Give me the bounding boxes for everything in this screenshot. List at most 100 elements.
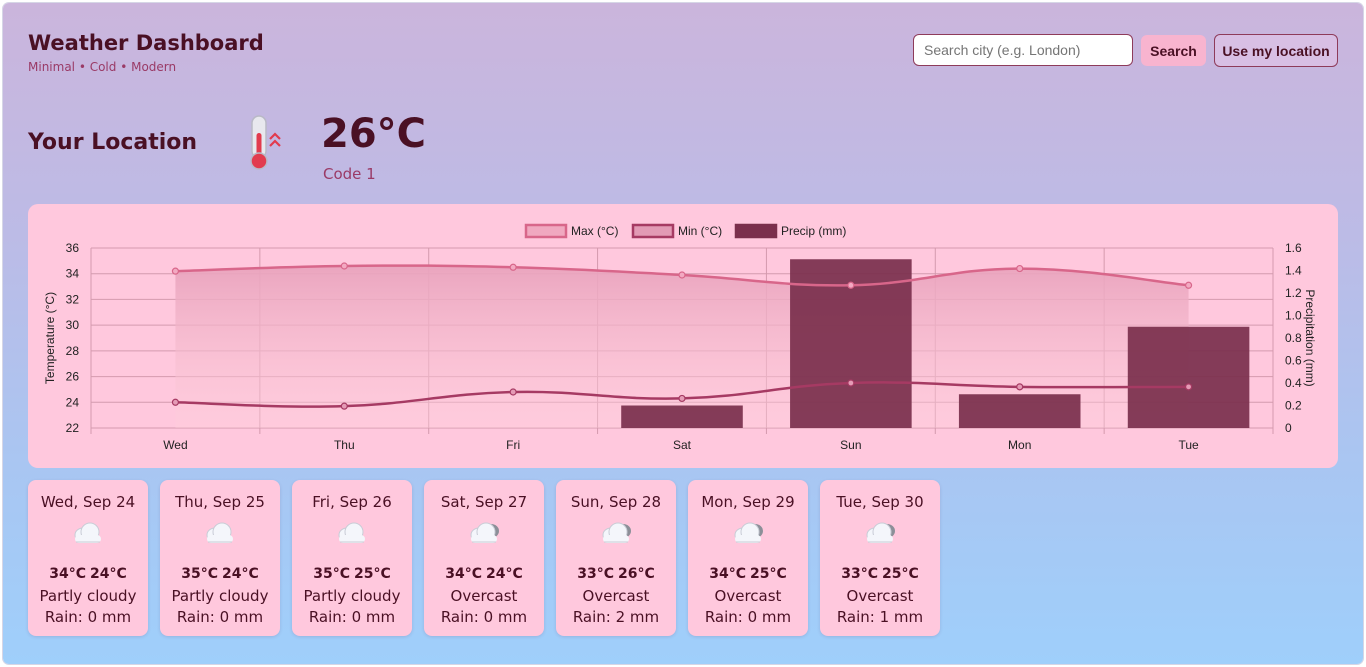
day-forecast-card: Sun, Sep 28 33°C 26°C Overcast Rain: 2 mm (556, 480, 676, 636)
day-rain: Rain: 0 mm (704, 608, 792, 626)
y2-tick-label: 0 (1285, 421, 1292, 435)
city-search-input[interactable] (913, 34, 1133, 66)
y-tick-label: 34 (66, 267, 80, 281)
day-rain: Rain: 2 mm (572, 608, 660, 626)
max-temp-point (171, 267, 180, 275)
current-temperature: 26°C (321, 111, 427, 157)
day-date: Sat, Sep 27 (440, 493, 528, 511)
max-temp-point (678, 271, 686, 279)
day-min-temp: 24°C (486, 566, 523, 582)
max-temp-point (847, 281, 855, 289)
y-tick-label: 26 (66, 370, 80, 384)
day-date: Mon, Sep 29 (701, 493, 795, 511)
use-my-location-button[interactable]: Use my location (1214, 34, 1338, 67)
min-temp-point (171, 398, 180, 406)
day-rain: Rain: 0 mm (176, 608, 264, 626)
day-condition: Partly cloudy (303, 587, 401, 605)
search-button[interactable]: Search (1141, 35, 1206, 66)
day-min-temp: 25°C (750, 566, 787, 582)
day-temps: 33°C 25°C (820, 566, 940, 582)
x-tick-label: Fri (506, 438, 520, 452)
min-temp-point (1016, 383, 1024, 391)
x-tick-label: Sat (673, 438, 692, 452)
y2-tick-label: 0.6 (1285, 354, 1302, 368)
cloud-icon (70, 520, 106, 550)
y2-tick-label: 0.4 (1285, 376, 1302, 390)
day-condition: Partly cloudy (39, 587, 137, 605)
legend-label: Min (°C) (678, 224, 722, 238)
x-tick-label: Wed (163, 438, 187, 452)
thermometer-hot-icon (243, 113, 287, 177)
overcast-cloud-icon (730, 520, 766, 550)
y2-tick-label: 0.2 (1285, 399, 1302, 413)
day-condition: Overcast (450, 587, 518, 605)
y2-tick-label: 1.2 (1285, 286, 1302, 300)
day-max-temp: 35°C (313, 566, 350, 582)
day-max-temp: 34°C (709, 566, 746, 582)
day-condition: Overcast (846, 587, 914, 605)
day-forecast-card: Sat, Sep 27 34°C 24°C Overcast Rain: 0 mm (424, 480, 544, 636)
max-temp-point (1184, 281, 1193, 289)
day-min-temp: 25°C (354, 566, 391, 582)
min-temp-point (509, 388, 517, 396)
y-tick-label: 22 (66, 421, 80, 435)
day-temps: 35°C 24°C (160, 566, 280, 582)
day-temps: 33°C 26°C (556, 566, 676, 582)
forecast-chart: 22 24 26 28 30 32 34 36 0 0.2 0.4 0.6 0.8 1.0 1.2 1.4 1.… (43, 223, 1317, 452)
y-tick-label: 32 (66, 292, 80, 306)
y2-axis-label: Precipitation (mm) (1303, 289, 1317, 386)
y-tick-label: 30 (66, 318, 80, 332)
day-date: Fri, Sep 26 (312, 493, 392, 511)
day-forecast-card: Fri, Sep 26 35°C 25°C Partly cloudy Rain:… (292, 480, 412, 636)
day-temps: 34°C 24°C (28, 566, 148, 582)
y-axis-label: Temperature (°C) (43, 292, 57, 384)
page-title: Weather Dashboard (28, 31, 264, 55)
day-rain: Rain: 1 mm (836, 608, 924, 626)
day-date: Thu, Sep 25 (175, 493, 265, 511)
dashboard-window: Weather Dashboard Minimal • Cold • Moder… (3, 3, 1363, 664)
current-location-title: Your Location (28, 130, 198, 155)
day-rain: Rain: 0 mm (440, 608, 528, 626)
day-date: Sun, Sep 28 (570, 493, 662, 511)
day-min-temp: 24°C (90, 566, 127, 582)
overcast-cloud-icon (862, 520, 898, 550)
day-temps: 35°C 25°C (292, 566, 412, 582)
day-min-temp: 24°C (222, 566, 259, 582)
day-condition: Overcast (714, 587, 782, 605)
day-temps: 34°C 24°C (424, 566, 544, 582)
current-weather-code: Code 1 (323, 165, 376, 183)
day-temps: 34°C 25°C (688, 566, 808, 582)
day-max-temp: 34°C (445, 566, 482, 582)
page-subtitle: Minimal • Cold • Modern (28, 60, 177, 74)
day-condition: Partly cloudy (171, 587, 269, 605)
day-rain: Rain: 0 mm (308, 608, 396, 626)
legend-swatch (631, 223, 675, 239)
day-min-temp: 25°C (882, 566, 919, 582)
y2-tick-label: 1.6 (1285, 241, 1302, 255)
forecast-chart-card: 22 24 26 28 30 32 34 36 0 0.2 0.4 0.6 0.8 1.0 1.2 1.4 1.… (28, 204, 1338, 468)
overcast-cloud-icon (598, 520, 634, 550)
day-condition: Overcast (582, 587, 650, 605)
day-rain: Rain: 0 mm (44, 608, 132, 626)
day-max-temp: 35°C (181, 566, 218, 582)
legend-label: Max (°C) (571, 224, 618, 238)
max-temp-point (340, 262, 348, 270)
legend-swatch (524, 223, 568, 239)
x-tick-label: Thu (334, 438, 355, 452)
y-tick-label: 36 (66, 241, 80, 255)
y2-tick-label: 1.4 (1285, 264, 1302, 278)
day-forecast-card: Wed, Sep 24 34°C 24°C Partly cloudy Rain:… (28, 480, 148, 636)
overcast-cloud-icon (466, 520, 502, 550)
min-temp-point (847, 379, 855, 387)
day-min-temp: 26°C (618, 566, 655, 582)
day-date: Wed, Sep 24 (40, 493, 136, 511)
y-tick-label: 24 (66, 395, 80, 409)
max-temp-point (1016, 264, 1024, 273)
day-max-temp: 34°C (49, 566, 86, 582)
day-forecast-card: Mon, Sep 29 34°C 25°C Overcast Rain: 0 mm (688, 480, 808, 636)
day-max-temp: 33°C (577, 566, 614, 582)
day-date: Tue, Sep 30 (836, 493, 924, 511)
min-temp-point (1184, 383, 1193, 391)
day-forecast-card: Tue, Sep 30 33°C 25°C Overcast Rain: 1 mm (820, 480, 940, 636)
precip-bar (621, 405, 743, 428)
